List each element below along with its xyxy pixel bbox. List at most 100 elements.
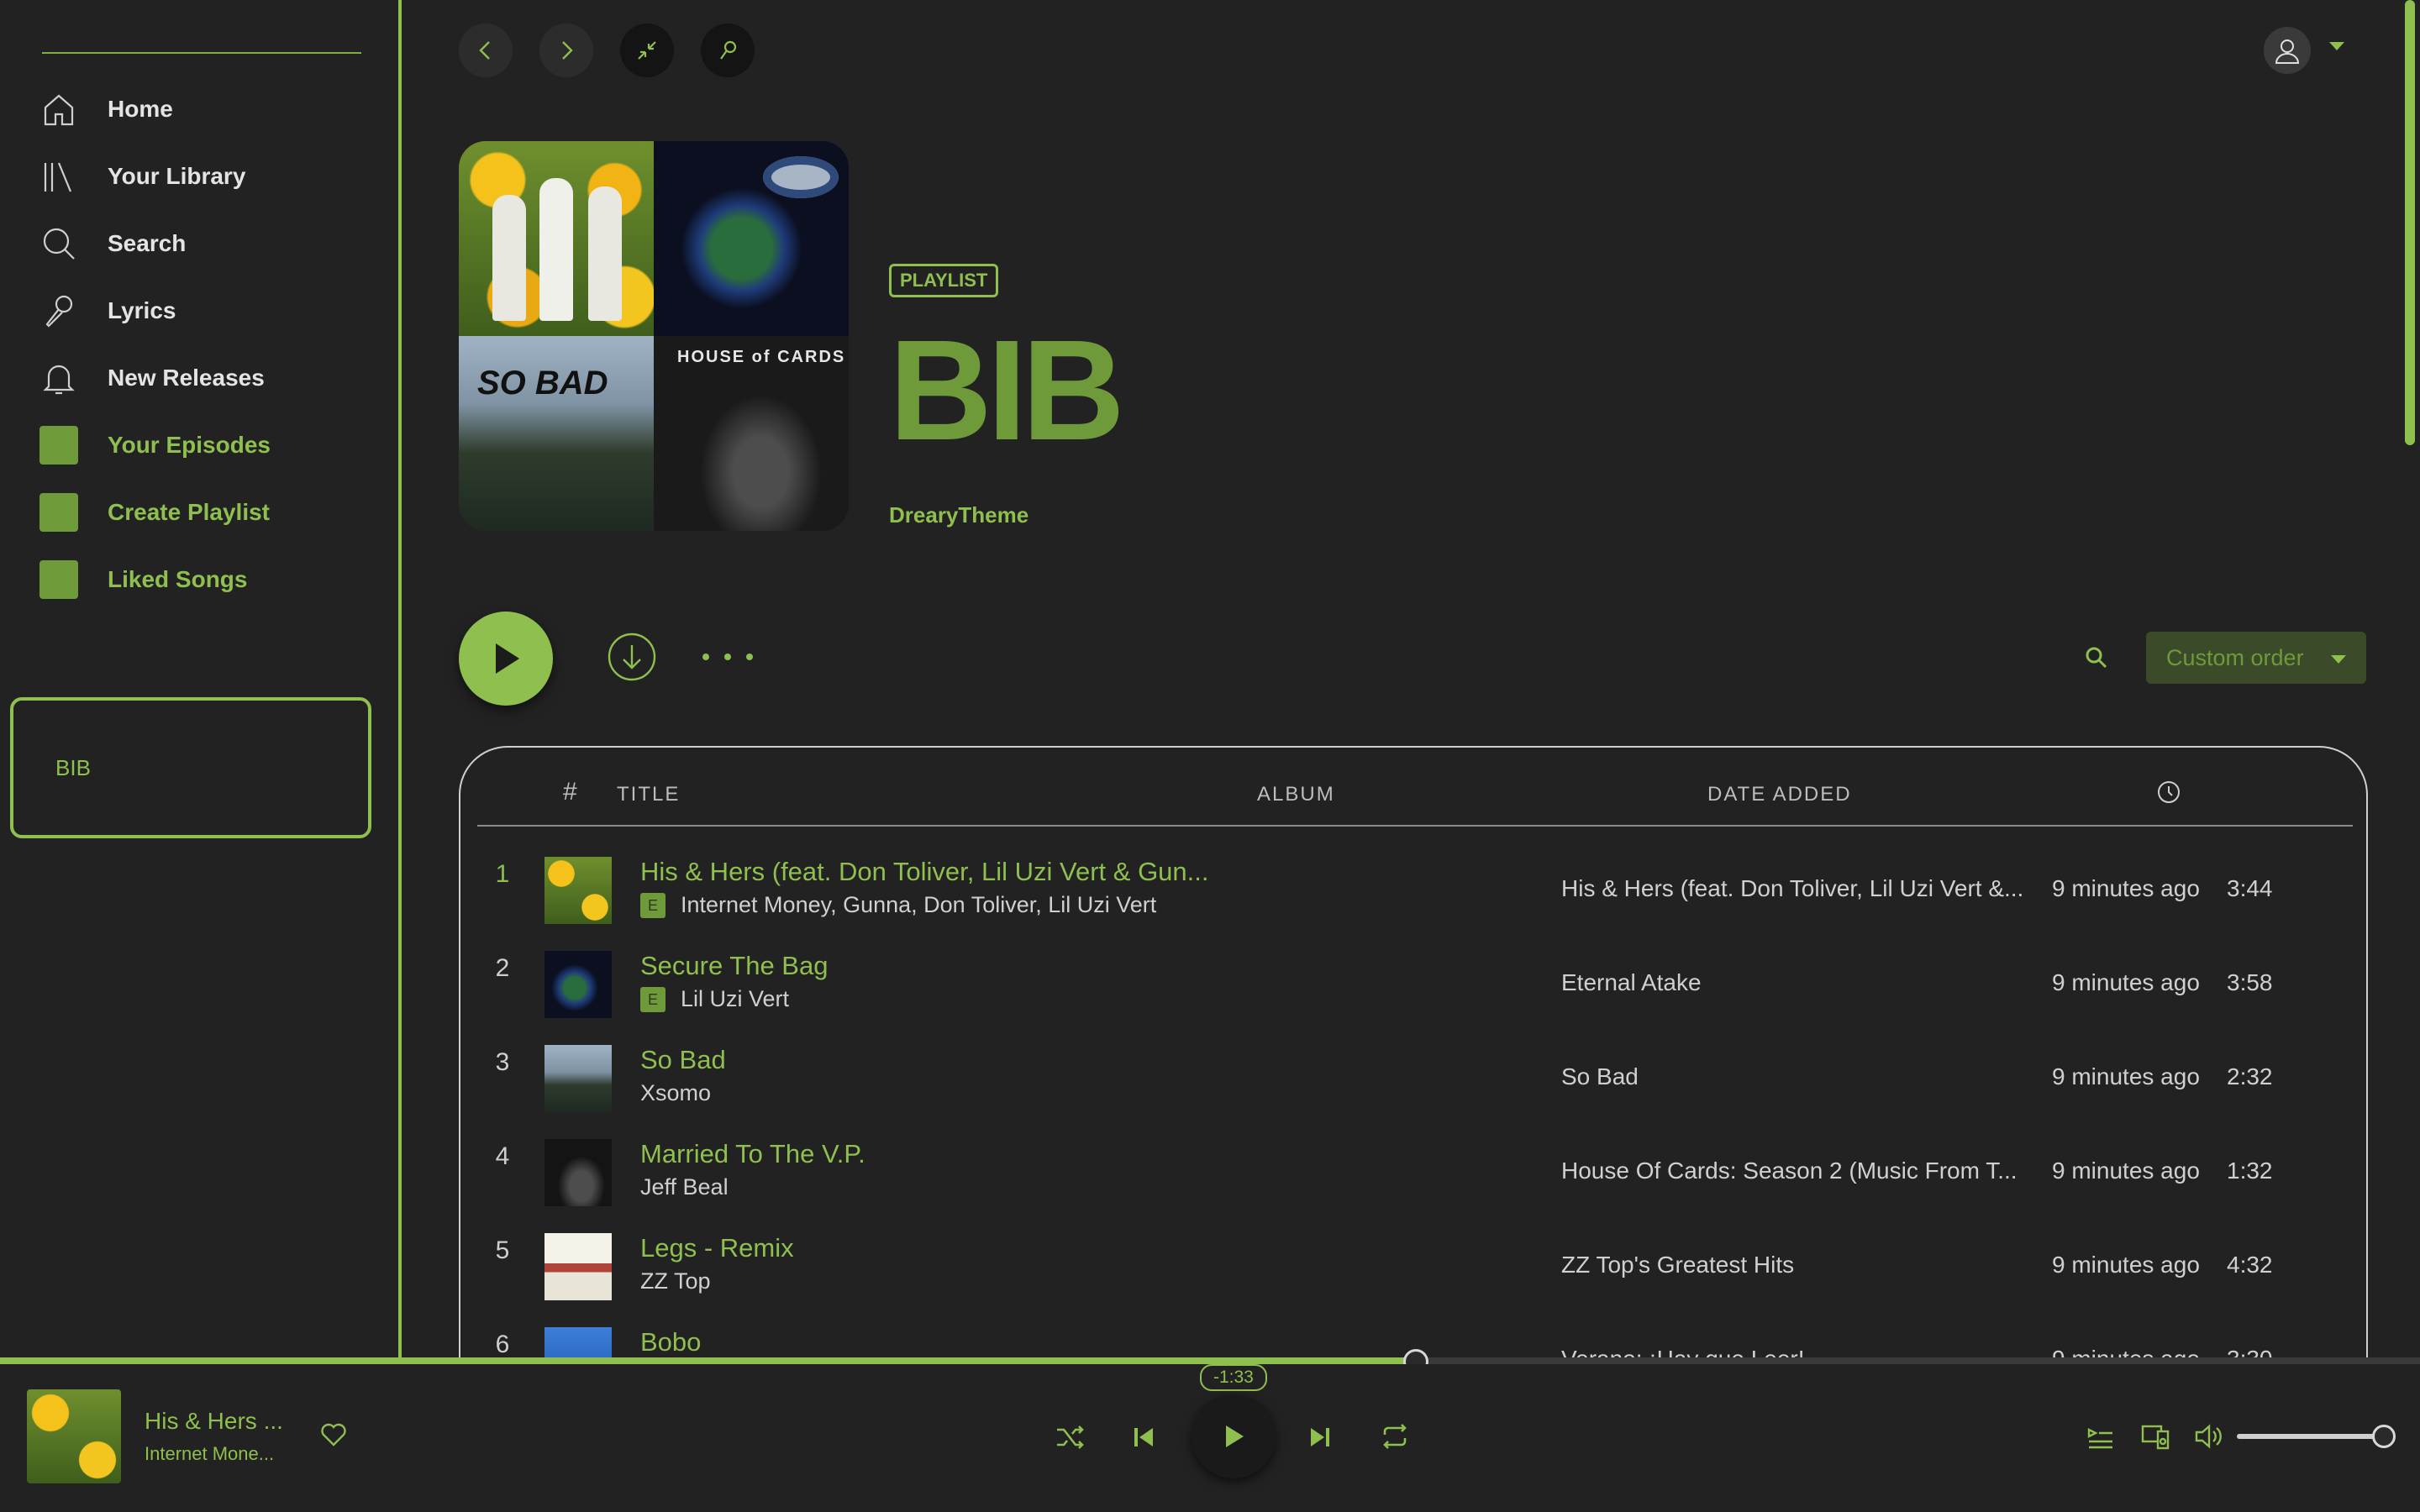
repeat-button[interactable] [1380, 1423, 1410, 1450]
track-album[interactable]: Eternal Atake [1561, 969, 1702, 996]
lyrics-button[interactable] [701, 24, 755, 77]
track-title[interactable]: So Bad [640, 1045, 726, 1075]
search-icon [39, 223, 79, 264]
caret-down-icon [2328, 40, 2346, 52]
volume-slider-track[interactable] [2237, 1434, 2395, 1439]
table-row[interactable]: 2 Secure The Bag E Lil Uzi Vert Eternal A… [477, 922, 2353, 1018]
column-album[interactable]: ALBUM [1257, 783, 1335, 806]
forward-button[interactable] [539, 24, 593, 77]
sidebar-item-search[interactable]: Search [39, 210, 375, 277]
shuffle-icon [1055, 1425, 1086, 1450]
cover-text-house-of-cards: HOUSE of CARDS [677, 348, 846, 366]
track-artist-links[interactable]: Internet Money, Gunna, Don Toliver, Lil … [681, 892, 1156, 918]
track-date-added: 9 minutes ago [2052, 1063, 2200, 1089]
sidebar-item-library[interactable]: Your Library [39, 143, 375, 210]
now-playing-title[interactable]: His & Hers ... [145, 1408, 283, 1435]
sidebar-playlist-bib[interactable]: BIB [10, 697, 371, 838]
track-title[interactable]: His & Hers (feat. Don Toliver, Lil Uzi V… [640, 857, 1209, 887]
sidebar-item-label: Your Library [108, 163, 246, 189]
back-button[interactable] [459, 24, 513, 77]
track-number: 6 [495, 1331, 510, 1358]
microphone-icon [716, 39, 739, 62]
sort-order-dropdown[interactable]: Custom order [2146, 632, 2366, 684]
track-album[interactable]: So Bad [1561, 1063, 1639, 1090]
like-button[interactable] [319, 1421, 348, 1448]
library-icon [39, 156, 79, 197]
track-artist-links[interactable]: ZZ Top [640, 1268, 711, 1294]
next-button[interactable] [1307, 1425, 1333, 1450]
track-artist-links[interactable]: Xsomo [640, 1080, 711, 1106]
track-album[interactable]: ZZ Top's Greatest Hits [1561, 1252, 1794, 1278]
sidebar-item-label: Liked Songs [108, 566, 248, 592]
sidebar-item-home[interactable]: Home [39, 76, 375, 143]
track-artist-links[interactable]: Jeff Beal [640, 1174, 729, 1200]
track-album[interactable]: His & Hers (feat. Don Toliver, Lil Uzi V… [1561, 875, 2023, 902]
sidebar-divider [42, 52, 361, 54]
time-remaining: -1:33 [1200, 1364, 1267, 1391]
track-title[interactable]: Married To The V.P. [640, 1139, 865, 1169]
play-playlist-button[interactable] [459, 612, 553, 706]
playback-progress-fill [0, 1357, 1416, 1364]
sidebar-item-liked-songs[interactable]: Liked Songs [39, 546, 375, 613]
cover-quadrant-house-of-cards: HOUSE of CARDS [654, 336, 849, 531]
track-artwork [544, 1327, 612, 1359]
column-date-added[interactable]: DATE ADDED [1707, 783, 1852, 806]
now-playing-artist[interactable]: Internet Mone... [145, 1443, 274, 1465]
play-pause-button[interactable] [1192, 1394, 1276, 1478]
devices-icon [2141, 1423, 2170, 1450]
previous-button[interactable] [1131, 1425, 1156, 1450]
shuffle-button[interactable] [1055, 1425, 1086, 1450]
table-row[interactable]: 3 So Bad Xsomo So Bad 9 minutes ago 2:32 [477, 1016, 2353, 1112]
track-title[interactable]: Bobo [640, 1327, 701, 1357]
main-scrollbar[interactable] [2405, 0, 2415, 445]
track-artwork [544, 857, 612, 924]
user-menu-caret[interactable] [2328, 40, 2346, 52]
playlist-cover: SO BAD HOUSE of CARDS [459, 141, 849, 531]
volume-slider-handle[interactable] [2371, 1425, 2396, 1448]
column-title[interactable]: TITLE [617, 783, 680, 806]
sidebar-item-label: Lyrics [108, 297, 176, 323]
sidebar-item-lyrics[interactable]: Lyrics [39, 277, 375, 344]
track-number: 5 [495, 1236, 510, 1264]
clock-icon [2156, 780, 2181, 805]
track-list-header: # TITLE ALBUM DATE ADDED [477, 748, 2353, 827]
track-title[interactable]: Secure The Bag [640, 951, 828, 981]
table-row[interactable]: 1 His & Hers (feat. Don Toliver, Lil Uzi… [477, 828, 2353, 924]
sidebar-item-your-episodes[interactable]: Your Episodes [39, 412, 375, 479]
main-content: SO BAD HOUSE of CARDS PLAYLIST BIB Drear… [405, 0, 2420, 1359]
mute-button[interactable] [2195, 1423, 2223, 1450]
home-icon [39, 89, 79, 129]
skip-previous-icon [1131, 1425, 1156, 1450]
cover-quadrant-eternal-atake [654, 141, 849, 336]
connect-device-button[interactable] [2141, 1423, 2170, 1450]
track-artist-links[interactable]: Lil Uzi Vert [681, 986, 789, 1012]
table-row[interactable]: 5 Legs - Remix ZZ Top ZZ Top's Greatest … [477, 1205, 2353, 1300]
queue-button[interactable] [2087, 1425, 2114, 1450]
sidebar-nav: Home Your Library Search Lyrics New Rele… [39, 76, 375, 613]
track-album[interactable]: House Of Cards: Season 2 (Music From T..… [1561, 1158, 2018, 1184]
table-row[interactable]: 4 Married To The V.P. Jeff Beal House Of… [477, 1110, 2353, 1206]
track-artwork [544, 1045, 612, 1112]
play-icon [1221, 1423, 1246, 1450]
playlist-owner-link[interactable]: DrearyTheme [889, 502, 1028, 528]
queue-icon [2087, 1425, 2114, 1450]
microphone-icon [39, 291, 79, 331]
track-title[interactable]: Legs - Remix [640, 1233, 794, 1263]
dot-icon [702, 654, 709, 660]
sidebar-item-create-playlist[interactable]: Create Playlist [39, 479, 375, 546]
sidebar: Home Your Library Search Lyrics New Rele… [0, 0, 402, 1359]
now-playing-artwork[interactable] [27, 1389, 121, 1483]
more-options-button[interactable] [702, 640, 753, 674]
download-button[interactable] [607, 632, 657, 682]
collapse-button[interactable] [620, 24, 674, 77]
search-in-playlist-button[interactable] [2084, 645, 2109, 670]
user-menu-button[interactable] [2264, 27, 2311, 74]
play-icon [489, 640, 523, 677]
sidebar-item-new-releases[interactable]: New Releases [39, 344, 375, 412]
search-icon [2084, 645, 2109, 670]
track-number: 1 [495, 860, 510, 888]
track-artists: E Internet Money, Gunna, Don Toliver, Lil… [640, 892, 1156, 918]
user-icon [2273, 36, 2302, 65]
track-list: # TITLE ALBUM DATE ADDED 1 His & Hers (f… [459, 746, 2368, 1359]
bell-icon [39, 358, 79, 398]
